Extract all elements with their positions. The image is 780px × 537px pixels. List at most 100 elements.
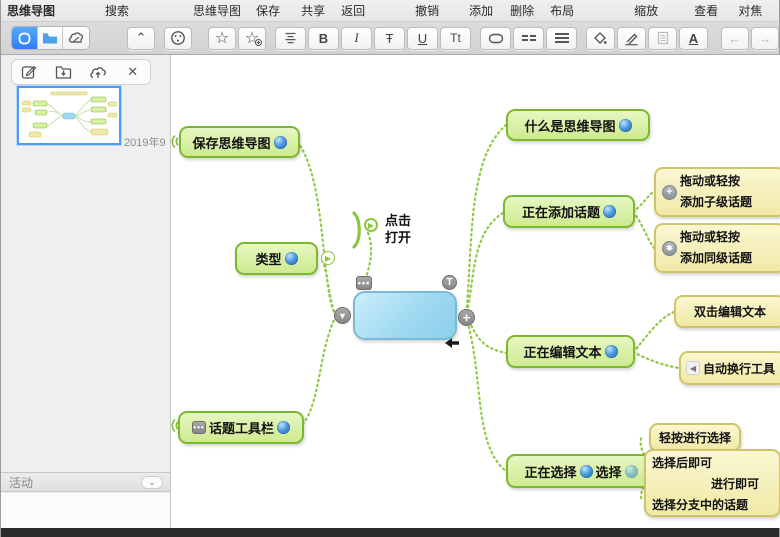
menu-share[interactable]: 共享 [301,2,325,19]
node-editing-label: 正在编辑文本 [523,342,601,361]
hint-line1: 点击 [385,212,411,229]
mode-stamp-button[interactable] [63,27,89,49]
menu-mindmap[interactable]: 思维导图 [193,2,241,19]
node-add-child-tip[interactable]: + 拖动或轻按 添加子级话题 [654,167,780,217]
star-icon: ☆ [215,28,229,48]
map-mode-icon [17,31,32,46]
move-to-folder-button[interactable] [52,62,76,82]
asterisk-circle-icon: ✱ [662,241,677,256]
select-tip2-label: 选择后即可 [652,453,712,474]
globe-icon [580,465,593,478]
node-double-click-tip[interactable]: 双击编辑文本 [674,295,780,328]
node-selecting[interactable]: 正在选择 选择 [506,454,656,488]
add-sticker-button[interactable]: ☆ [238,27,266,50]
plus-badge-icon [255,39,262,46]
node-editing-text[interactable]: 正在编辑文本 [506,335,635,368]
font-color-glyph: A [689,31,698,46]
bold-button[interactable]: B [308,27,339,50]
solid-lines-icon [554,32,570,44]
node-save-label: 保存思维导图 [192,133,270,152]
notes-icon [657,31,669,45]
node-adding-topic[interactable]: 正在添加话题 [503,195,635,228]
ellipsis-glyph: ••• [193,423,204,432]
add-child-line1: 拖动或轻按 [680,171,740,192]
asterisk-glyph: ✱ [666,243,674,254]
node-type-label: 类型 [255,249,281,268]
font-size-button[interactable]: Tt [440,27,471,50]
underline-button[interactable]: U [407,27,438,50]
ellipsis-badge-icon: ••• [192,421,206,434]
globe-icon [619,119,632,132]
upload-cloud-button[interactable] [86,62,110,82]
theme-palette-button[interactable] [164,27,192,50]
menu-save[interactable]: 保存 [256,2,280,19]
menu-app-name[interactable]: 思维导图 [7,2,55,19]
node-select-tip-2[interactable]: 选择后即可 进行即可 选择分支中的话题 [644,449,780,517]
mindmap-canvas[interactable]: ▶ 点击 打开 ••• T ▼ + 保存思维导图 类型 ▶ ••• 话题工具栏 [171,55,780,528]
node-what-is-mindmap[interactable]: 什么是思维导图 [506,109,650,141]
menu-delete[interactable]: 删除 [510,2,534,19]
pen-icon [624,31,639,46]
line-solid-button[interactable] [546,27,577,50]
stamp-icon [68,31,84,45]
node-shape-button[interactable] [480,27,511,50]
central-topic-node[interactable] [353,291,457,340]
node-adding-label: 正在添加话题 [522,202,600,221]
auto-wrap-label: 自动换行工具 [703,360,775,377]
collapse-toolbar-button[interactable]: ⌃ [127,27,155,50]
mode-folder-button[interactable] [38,27,64,49]
menu-search[interactable]: 搜索 [105,2,129,19]
select-tip4-label: 选择分支中的话题 [652,495,748,516]
menu-layout[interactable]: 布局 [550,2,574,19]
add-sibling-line1: 拖动或轻按 [680,227,740,248]
menu-add[interactable]: 添加 [469,2,493,19]
back-button[interactable]: ← [721,27,749,50]
type-play-icon[interactable]: ▶ [321,251,335,265]
strikethrough-button[interactable]: Ŧ [374,27,405,50]
node-auto-wrap-tip[interactable]: ◀ 自动换行工具 [679,351,780,385]
mode-map-button[interactable] [12,27,38,49]
text-align-button[interactable] [275,27,306,50]
menu-undo[interactable]: 撤销 [415,2,439,19]
palette-icon [170,30,186,46]
font-color-button[interactable]: A [679,27,708,50]
stickers-button[interactable]: ☆ [208,27,236,50]
thumbnail-minimap [19,88,119,143]
fill-color-button[interactable] [586,27,615,50]
node-type[interactable]: 类型 [235,242,318,275]
activity-collapse-button[interactable]: ⌄ [141,476,163,489]
node-add-sibling-tip[interactable]: ✱ 拖动或轻按 添加同级话题 [654,223,780,273]
line-dashed-button[interactable] [513,27,544,50]
node-save-mindmap[interactable]: 保存思维导图 [179,126,300,158]
node-topic-toolbar-label: 话题工具栏 [209,418,274,437]
menu-return[interactable]: 返回 [341,2,365,19]
font-size-glyph: Tt [450,31,461,45]
window-bottom-edge [1,528,779,537]
menu-zoom[interactable]: 缩放 [634,2,658,19]
italic-glyph: I [354,30,358,46]
menu-focus[interactable]: 对焦 [738,2,762,19]
back-arrow-icon: ← [729,31,742,46]
hint-play-icon[interactable]: ▶ [364,218,378,232]
underline-glyph: U [418,31,427,46]
node-topic-toolbar[interactable]: ••• 话题工具栏 [178,411,304,444]
hint-brace-icon [351,211,363,249]
node-selecting-suffix: 选择 [596,462,622,481]
highlighter-button[interactable] [617,27,646,50]
node-select-tip-1[interactable]: 轻按进行选择 [649,423,741,452]
close-document-button[interactable]: ✕ [121,62,145,82]
document-thumbnail[interactable] [17,86,121,145]
ellipsis-glyph: ••• [358,278,370,288]
italic-button[interactable]: I [341,27,372,50]
topic-toolbar-badge-icon[interactable]: ••• [356,276,372,290]
add-child-handle-icon[interactable]: + [458,309,475,326]
forward-button[interactable]: → [751,27,779,50]
menu-view[interactable]: 查看 [694,2,718,19]
down-triangle-glyph: ▼ [338,311,347,321]
plus-glyph: + [463,310,471,325]
notes-button[interactable] [648,27,677,50]
view-mode-segment [11,26,90,50]
text-tool-badge-icon[interactable]: T [442,275,457,290]
edit-document-button[interactable] [17,62,41,82]
collapse-handle-icon[interactable]: ▼ [334,307,351,324]
